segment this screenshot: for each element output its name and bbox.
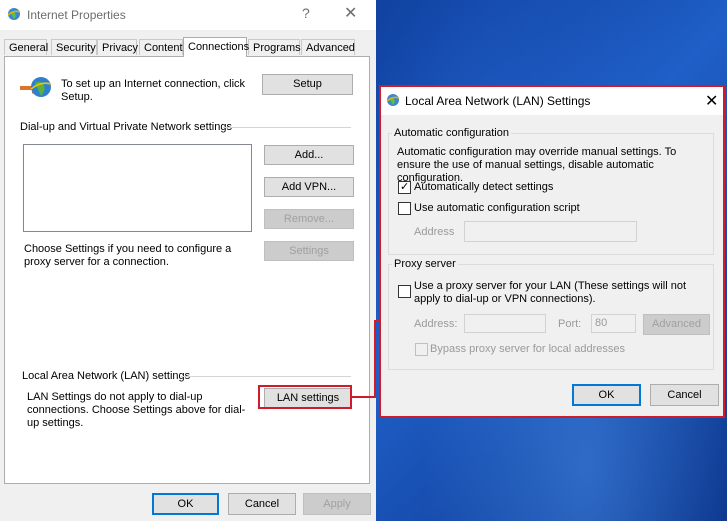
tab-privacy[interactable]: Privacy (97, 39, 138, 55)
script-address-label: Address (414, 226, 455, 238)
setup-description: To set up an Internet connection, click … (61, 78, 246, 103)
dialog-ok-button[interactable]: OK (572, 384, 641, 406)
apply-button[interactable]: Apply (303, 493, 371, 515)
bypass-local-checkbox[interactable] (415, 343, 428, 356)
tab-security[interactable]: Security (51, 39, 97, 55)
connections-listbox[interactable] (23, 144, 252, 232)
tab-content[interactable]: Content (139, 39, 183, 55)
remove-button[interactable]: Remove... (264, 209, 354, 229)
internet-globe-icon (386, 94, 400, 106)
ok-button[interactable]: OK (152, 493, 219, 515)
checkmark-icon: ✓ (400, 181, 410, 193)
highlight-connector-vertical (374, 320, 376, 398)
lan-settings-dialog: Local Area Network (LAN) Settings ✕ Auto… (379, 85, 725, 418)
auto-config-legend: Automatic configuration (392, 127, 511, 139)
lan-button-highlight (258, 385, 352, 409)
internet-properties-window: Internet Properties ? ✕ General Security… (0, 0, 376, 521)
help-button[interactable]: ? (302, 5, 310, 21)
use-proxy-checkbox[interactable] (398, 285, 411, 298)
dialup-group-label: Dial-up and Virtual Private Network sett… (20, 121, 232, 133)
auto-script-label: Use automatic configuration script (414, 202, 580, 214)
tab-connections[interactable]: Connections (183, 37, 249, 57)
proxy-server-legend: Proxy server (392, 258, 458, 270)
connections-panel: To set up an Internet connection, click … (4, 56, 370, 484)
lan-group-divider (181, 376, 351, 377)
close-button[interactable]: ✕ (344, 3, 357, 23)
title-bar: Internet Properties ? ✕ (0, 0, 376, 30)
add-button[interactable]: Add... (264, 145, 354, 165)
dialog-title: Local Area Network (LAN) Settings (405, 94, 591, 108)
window-title: Internet Properties (27, 8, 126, 22)
connection-wizard-globe-icon (20, 77, 52, 97)
tab-advanced[interactable]: Advanced (301, 39, 355, 55)
port-label: Port: (558, 318, 582, 330)
highlight-connector-horizontal (352, 396, 375, 398)
lan-group-label: Local Area Network (LAN) settings (22, 370, 191, 382)
cancel-button[interactable]: Cancel (228, 493, 296, 515)
auto-config-description: Automatic configuration may override man… (397, 146, 677, 184)
auto-detect-label: Automatically detect settings (414, 181, 554, 193)
setup-button[interactable]: Setup (262, 74, 353, 95)
proxy-settings-hint: Choose Settings if you need to configure… (24, 243, 232, 268)
dialog-title-bar: Local Area Network (LAN) Settings ✕ (381, 87, 723, 115)
tab-programs[interactable]: Programs (248, 39, 301, 55)
dialog-close-button[interactable]: ✕ (705, 91, 718, 111)
auto-script-checkbox[interactable] (398, 202, 411, 215)
proxy-address-input[interactable] (464, 314, 546, 333)
internet-globe-icon (7, 8, 21, 20)
auto-detect-checkbox[interactable]: ✓ (398, 181, 411, 194)
port-input[interactable]: 80 (591, 314, 636, 333)
tab-general[interactable]: General (4, 39, 48, 55)
script-address-input[interactable] (464, 221, 637, 242)
add-vpn-button[interactable]: Add VPN... (264, 177, 354, 197)
proxy-address-label: Address: (414, 318, 458, 330)
settings-button[interactable]: Settings (264, 241, 354, 261)
use-proxy-label: Use a proxy server for your LAN (These s… (414, 280, 687, 305)
bypass-local-label: Bypass proxy server for local addresses (430, 343, 626, 355)
lan-description: LAN Settings do not apply to dial-up con… (27, 391, 246, 429)
dialup-group-divider (223, 127, 351, 128)
dialog-cancel-button[interactable]: Cancel (650, 384, 719, 406)
advanced-button[interactable]: Advanced (643, 314, 710, 335)
